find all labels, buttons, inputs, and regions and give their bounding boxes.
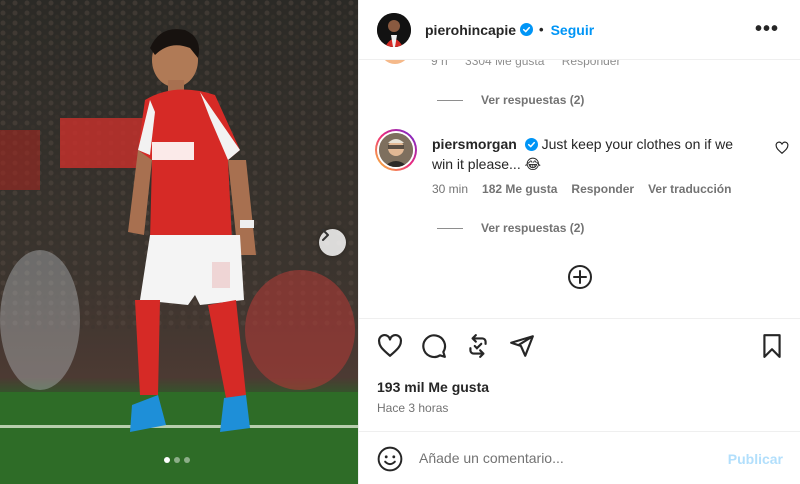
view-replies-label: Ver respuestas (2) bbox=[481, 221, 585, 235]
post-photo bbox=[0, 0, 358, 484]
follow-button[interactable]: Seguir bbox=[551, 22, 595, 38]
comment-username[interactable]: piersmorgan bbox=[432, 136, 517, 152]
avatar-ring bbox=[377, 131, 415, 169]
verified-badge-icon bbox=[520, 23, 534, 36]
carousel-dot bbox=[164, 457, 170, 463]
comment-time: 9 h bbox=[431, 60, 448, 68]
carousel-dot bbox=[174, 457, 180, 463]
comment-meta: 30 min 182 Me gusta Responder Ver traduc… bbox=[432, 182, 731, 196]
likes-count[interactable]: 193 mil Me gusta bbox=[377, 379, 489, 395]
load-more-comments-icon[interactable] bbox=[567, 264, 593, 290]
translate-button[interactable]: Ver traducción bbox=[648, 182, 731, 196]
post-sidebar: pierohincapie • Seguir ••• 9 h 3304 Me g… bbox=[358, 0, 800, 484]
post-actions: 193 mil Me gusta Hace 3 horas bbox=[359, 318, 800, 430]
avatar[interactable] bbox=[377, 12, 411, 47]
emoji-icon[interactable] bbox=[377, 446, 403, 472]
more-options-icon[interactable]: ••• bbox=[755, 18, 779, 41]
comment-likes[interactable]: 182 Me gusta bbox=[482, 182, 557, 196]
avatar-photo bbox=[379, 133, 413, 167]
divider bbox=[437, 99, 463, 101]
view-replies-button[interactable]: Ver respuestas (2) bbox=[437, 93, 584, 107]
comment-icon[interactable] bbox=[421, 333, 447, 359]
previous-comment-meta: 9 h 3304 Me gusta Responder bbox=[431, 60, 634, 68]
comment-input[interactable] bbox=[419, 446, 719, 470]
avatar-image bbox=[377, 12, 411, 47]
avatar[interactable] bbox=[380, 60, 410, 64]
add-comment-bar: Publicar bbox=[359, 431, 800, 484]
verified-badge-icon bbox=[524, 138, 538, 151]
author-username[interactable]: pierohincapie bbox=[425, 22, 516, 38]
comment-time: 30 min bbox=[432, 182, 469, 196]
separator-dot: • bbox=[539, 22, 544, 37]
heart-icon[interactable] bbox=[775, 141, 789, 155]
post-timestamp[interactable]: Hace 3 horas bbox=[377, 401, 448, 415]
next-image-button[interactable] bbox=[319, 229, 346, 256]
publish-button[interactable]: Publicar bbox=[728, 451, 783, 467]
carousel-dot bbox=[184, 457, 190, 463]
post-header: pierohincapie • Seguir ••• bbox=[359, 0, 800, 60]
bookmark-icon[interactable] bbox=[759, 333, 785, 359]
post-image[interactable] bbox=[0, 0, 358, 484]
divider bbox=[437, 227, 463, 229]
view-replies-button[interactable]: Ver respuestas (2) bbox=[437, 221, 584, 235]
comments-list: 9 h 3304 Me gusta Responder Ver respuest… bbox=[359, 60, 800, 318]
repost-icon[interactable] bbox=[465, 333, 491, 359]
comment-content: piersmorgan Just keep your clothes on if… bbox=[432, 134, 752, 174]
chevron-right-icon bbox=[322, 229, 329, 241]
send-icon[interactable] bbox=[509, 333, 535, 359]
carousel-indicator bbox=[164, 457, 190, 463]
comment-likes[interactable]: 3304 Me gusta bbox=[465, 60, 544, 68]
heart-icon[interactable] bbox=[377, 333, 403, 359]
avatar-image bbox=[379, 133, 413, 167]
reply-button[interactable]: Responder bbox=[571, 182, 634, 196]
reply-button[interactable]: Responder bbox=[562, 60, 621, 68]
view-replies-label: Ver respuestas (2) bbox=[481, 93, 585, 107]
avatar[interactable] bbox=[375, 129, 417, 171]
